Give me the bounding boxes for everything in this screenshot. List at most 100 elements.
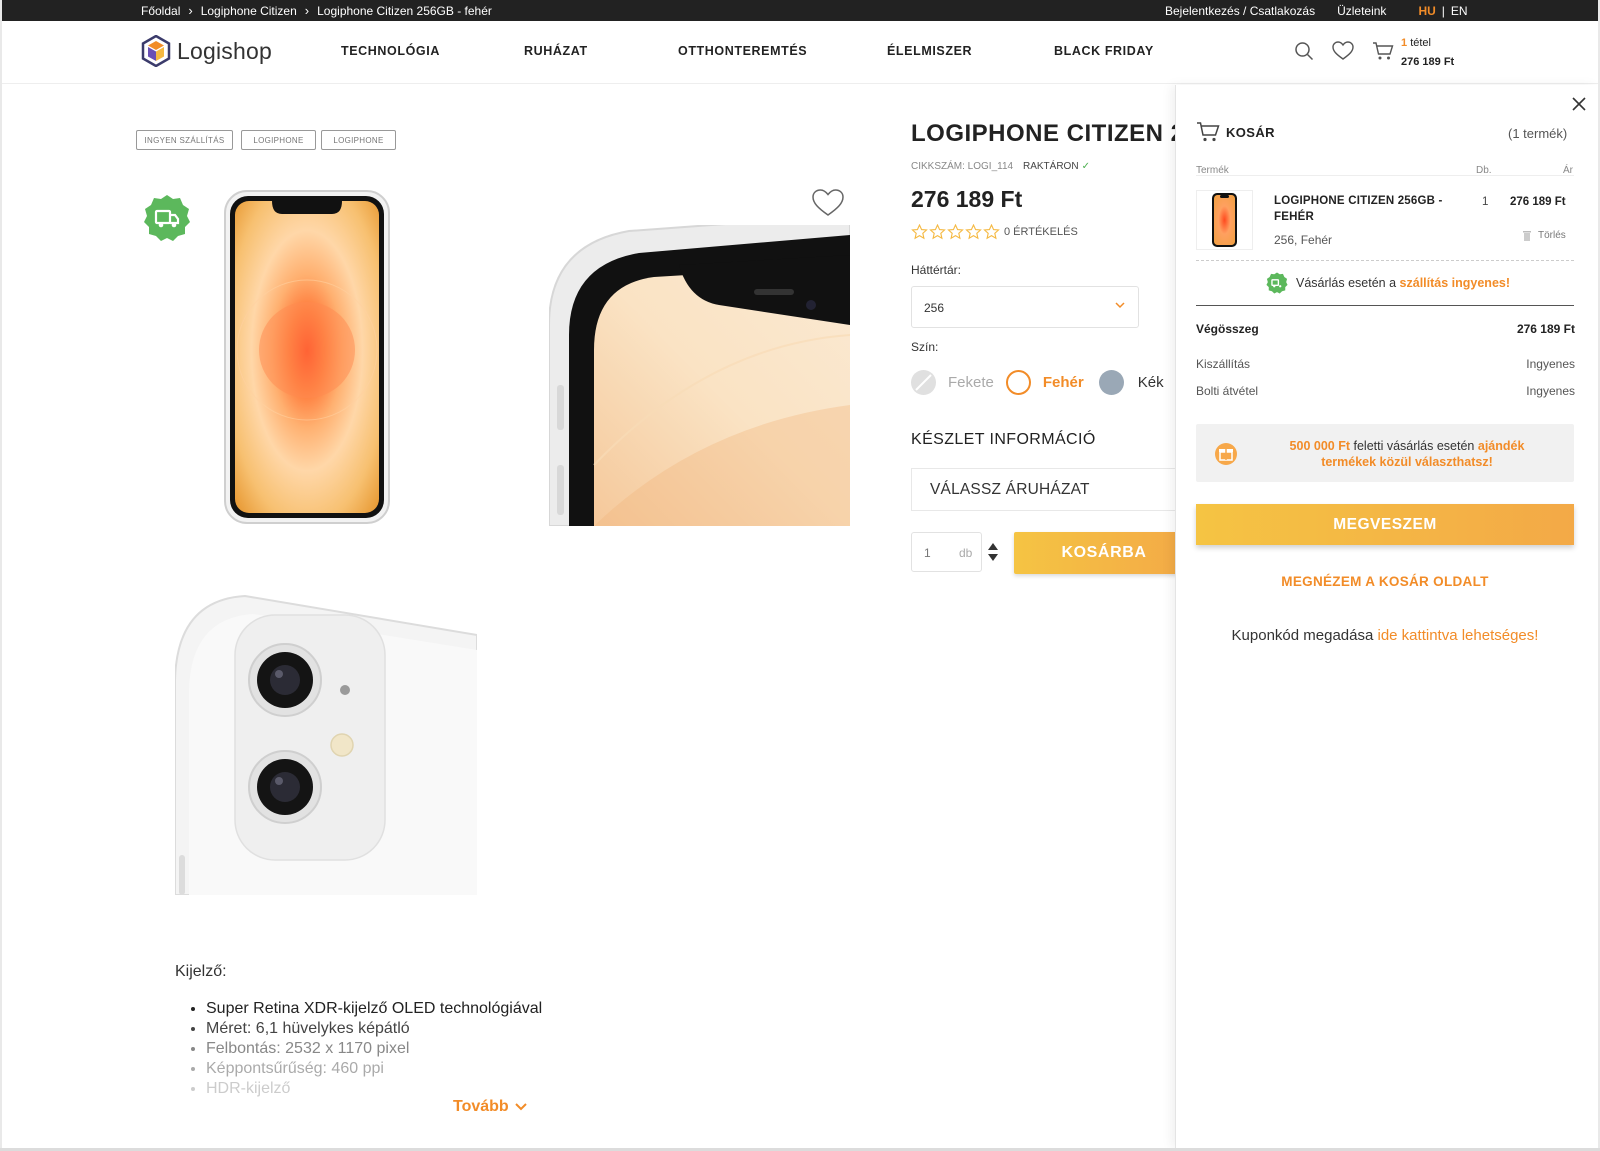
- header-cart-count-label: tétel: [1410, 37, 1431, 49]
- stock-info-title: KÉSZLET INFORMÁCIÓ: [911, 431, 1096, 448]
- stock-status: RAKTÁRON ✓: [1023, 161, 1090, 172]
- truck-badge-icon: [144, 195, 190, 241]
- wishlist-icon[interactable]: [1332, 41, 1354, 61]
- rating-stars[interactable]: [911, 224, 1000, 240]
- nav-black-friday[interactable]: BLACK FRIDAY: [1054, 44, 1154, 58]
- reviews-count[interactable]: 0 ÉRTÉKELÉS: [1004, 226, 1078, 238]
- gift-icon: [1215, 443, 1237, 465]
- cart-item-delete-label: Törlés: [1538, 230, 1566, 241]
- quantity-stepper-icon[interactable]: [987, 541, 999, 563]
- breadcrumb: Főoldal › Logiphone Citizen › Logiphone …: [141, 4, 492, 18]
- header-icons: [1294, 41, 1394, 61]
- breadcrumb-category[interactable]: Logiphone Citizen: [201, 4, 297, 18]
- description-item: Super Retina XDR-kijelző OLED technológi…: [206, 999, 542, 1019]
- logo-icon: [141, 35, 171, 67]
- star-icon[interactable]: [911, 224, 928, 240]
- gift-amount: 500 000 Ft: [1289, 439, 1351, 453]
- divider: [1196, 305, 1574, 306]
- show-more-link[interactable]: Tovább: [453, 1098, 527, 1116]
- truck-badge-icon: [1266, 272, 1288, 294]
- lang-separator: |: [1441, 4, 1445, 18]
- show-more-label: Tovább: [453, 1098, 509, 1115]
- cart-item-delete[interactable]: Törlés: [1522, 230, 1566, 241]
- free-shipping-badge: [143, 194, 191, 242]
- free-shipping-highlight: szállítás ingyenes!: [1399, 276, 1511, 290]
- breadcrumb-current: Logiphone Citizen 256GB - fehér: [317, 4, 492, 18]
- product-image-back[interactable]: [175, 590, 477, 895]
- header-cart-summary[interactable]: 1 tétel 276 189 Ft: [1401, 34, 1454, 72]
- gift-mid: feletti vásárlás esetén: [1350, 439, 1478, 453]
- color-name-white[interactable]: Fehér: [1043, 374, 1084, 391]
- tag-free-shipping[interactable]: INGYEN SZÁLLÍTÁS: [136, 130, 233, 150]
- login-link[interactable]: Bejelentkezés / Csatlakozás: [1165, 4, 1315, 18]
- stores-link[interactable]: Üzleteink: [1337, 4, 1386, 18]
- star-icon[interactable]: [929, 224, 946, 240]
- coupon-text: Kuponkód megadása: [1231, 627, 1378, 644]
- view-cart-link[interactable]: MEGNÉZEM A KOSÁR OLDALT: [1196, 574, 1574, 589]
- product-sku: CIKKSZÁM: LOGI_114: [911, 161, 1014, 172]
- color-swatch-white[interactable]: [1005, 370, 1031, 395]
- product-title: LOGIPHONE CITIZEN 2: [911, 120, 1185, 147]
- color-label: Szín:: [911, 340, 939, 354]
- nav-clothing[interactable]: RUHÁZAT: [524, 44, 588, 58]
- tag-brand[interactable]: LOGIPHONE: [241, 130, 316, 150]
- coupon-link[interactable]: ide kattintva lehetséges!: [1378, 627, 1539, 644]
- cart-title: KOSÁR: [1196, 121, 1275, 143]
- lang-en[interactable]: EN: [1451, 4, 1468, 18]
- color-swatch-black[interactable]: [911, 370, 936, 395]
- description-item: Képpontsűrűség: 460 ppi: [206, 1059, 542, 1079]
- cart-icon: [1197, 122, 1220, 142]
- nav-home[interactable]: OTTHONTEREMTÉS: [678, 44, 807, 58]
- tag-brand-2[interactable]: LOGIPHONE: [321, 130, 396, 150]
- chevron-down-icon: [514, 1103, 527, 1111]
- nav-food[interactable]: ÉLELMISZER: [887, 44, 972, 58]
- chevron-down-icon: [1115, 302, 1125, 309]
- favorite-heart-icon[interactable]: [812, 189, 844, 222]
- chevron-right-icon: ›: [304, 3, 310, 18]
- check-icon: ✓: [1081, 161, 1090, 172]
- description-title: Kijelző:: [175, 963, 227, 980]
- color-swatch-blue[interactable]: [1098, 370, 1124, 395]
- star-icon[interactable]: [983, 224, 1000, 240]
- quantity-unit: db: [959, 546, 973, 560]
- divider: [1196, 175, 1574, 176]
- top-bar: Főoldal › Logiphone Citizen › Logiphone …: [2, 0, 1598, 21]
- logo[interactable]: Logishop: [141, 35, 272, 67]
- product-image-angle[interactable]: [549, 225, 850, 526]
- color-name-black[interactable]: Fekete: [948, 374, 994, 391]
- shipping-label: Kiszállítás: [1196, 357, 1251, 371]
- pickup-label: Bolti átvétel: [1196, 384, 1259, 398]
- product-price: 276 189 Ft: [911, 186, 1023, 212]
- product-image-front[interactable]: [224, 190, 392, 525]
- quantity-input[interactable]: 1 db: [911, 532, 982, 572]
- storage-select-value: 256: [924, 301, 945, 315]
- store-select[interactable]: VÁLASSZ ÁRUHÁZAT: [911, 468, 1181, 511]
- cart-icon[interactable]: [1372, 41, 1394, 61]
- trash-icon: [1523, 231, 1531, 241]
- phone-back-image: [175, 590, 477, 895]
- star-icon[interactable]: [965, 224, 982, 240]
- phone-angle-image: [549, 225, 850, 526]
- free-shipping-notice: Vásárlás esetén a szállítás ingyenes!: [1266, 272, 1510, 294]
- checkout-button[interactable]: MEGVESZEM: [1196, 504, 1574, 545]
- star-icon[interactable]: [947, 224, 964, 240]
- search-icon[interactable]: [1294, 41, 1314, 61]
- close-icon[interactable]: [1572, 97, 1586, 111]
- breadcrumb-home[interactable]: Főoldal: [141, 4, 180, 18]
- lang-hu[interactable]: HU: [1418, 4, 1435, 18]
- storage-select[interactable]: 256: [911, 286, 1139, 328]
- description-item: HDR-kijelző: [206, 1079, 542, 1099]
- nav-technology[interactable]: TECHNOLÓGIA: [341, 44, 440, 58]
- header-cart-total: 276 189 Ft: [1401, 56, 1455, 68]
- pickup-value: Ingyenes: [1526, 384, 1575, 398]
- quantity-value: 1: [924, 546, 931, 560]
- cart-item-name[interactable]: LOGIPHONE CITIZEN 256GB - FEHÉR: [1274, 193, 1459, 225]
- color-name-blue[interactable]: Kék: [1138, 374, 1164, 391]
- storage-label: Háttértár:: [911, 263, 962, 277]
- divider: [1196, 260, 1574, 261]
- gift-notice-text: 500 000 Ft feletti vásárlás esetén ajánd…: [1264, 438, 1550, 470]
- cart-item-variant: 256, Fehér: [1274, 233, 1333, 247]
- cart-item-thumbnail[interactable]: [1196, 190, 1253, 250]
- add-to-cart-button[interactable]: KOSÁRBA: [1014, 532, 1194, 574]
- phone-thumbnail-image: [1212, 193, 1237, 247]
